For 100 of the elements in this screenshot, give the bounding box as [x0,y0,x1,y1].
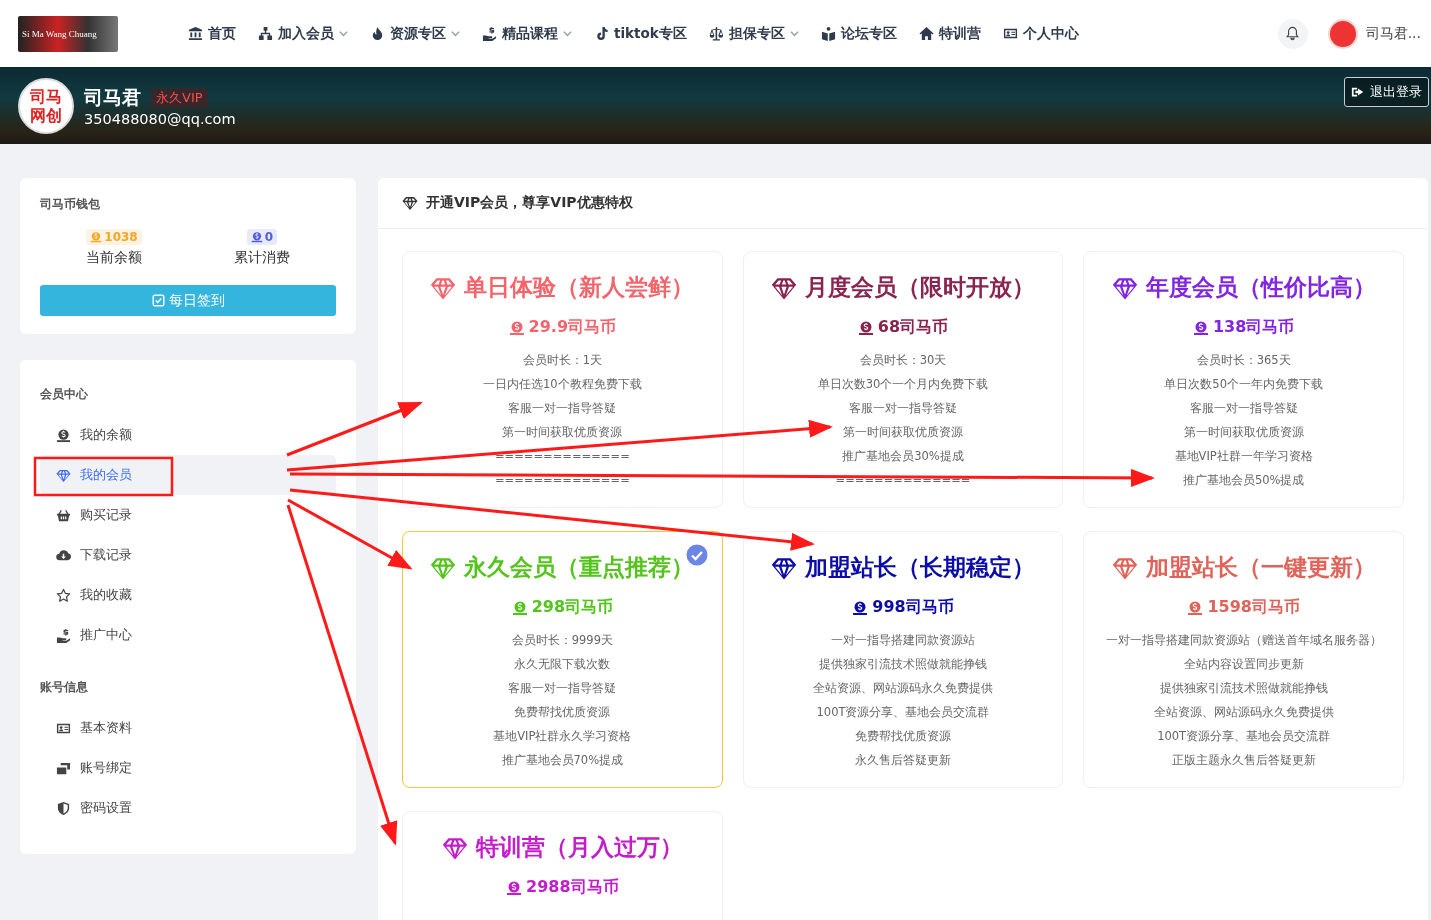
plan-card[interactable]: 加盟站长（一键更新） 1598司马币 一对一指导搭建同款资源站（赠送首年域名服务器） 全站内容设置同步更新 提供独家引流技术照做就能挣钱 全站资源、网站源码永久免费提供 100T资源分享、基地会员交流群 正版主题永久售后答疑更新 [1083,531,1404,788]
plan-feature: 提供独家引流技术照做就能挣钱 [1159,680,1328,697]
profile-email: 350488080@qq.com [84,110,236,127]
nav-link[interactable]: 个人中心 [1002,24,1079,43]
hand-coin-icon [482,26,497,41]
nav-link[interactable]: 担保专区 [708,24,799,43]
nav-link[interactable]: 特训营 [918,24,981,43]
menu-item[interactable]: 下载记录 [40,535,336,575]
menu-item[interactable]: 我的会员 [40,455,336,495]
plan-feature: 客服一对一指导答疑 [508,680,617,697]
shield-icon [56,800,71,816]
plan-feature: 提供独家引流技术照做就能挣钱 [819,656,987,673]
sitemap-icon [258,26,273,41]
chevron-down-icon [789,29,799,38]
vip-badge: 永久VIP [151,87,208,108]
plan-price: 138司马币 [1212,317,1295,338]
nav-link[interactable]: 首页 [188,24,236,43]
plan-feature: 会员时长：365天 [1196,352,1291,369]
cloud-download-icon [56,547,71,563]
user-name[interactable]: 司马君... [1365,24,1421,43]
coin-amount: 1038 [86,229,142,245]
chevron-down-icon [339,29,348,38]
coin-icon [508,319,525,336]
checkbox-icon [151,294,165,307]
basket-icon [56,507,71,523]
plan-card[interactable]: 单日体验（新人尝鲜） 29.9司马币 会员时长：1天 一日内任选10个教程免费下载 客服一对一指导答疑 第一时间获取优质资源 ============== ============== [402,251,723,508]
plan-feature: 客服一对一指导答疑 [508,400,617,417]
diamond-icon [402,195,418,211]
menu-item[interactable]: 基本资料 [40,708,336,748]
logout-icon [1351,85,1365,99]
plan-name: 加盟站长（一键更新） [1145,553,1376,582]
plan-feature: 客服一对一指导答疑 [849,400,957,417]
plan-price: 29.9司马币 [528,317,617,338]
menu-item[interactable]: 我的余额 [40,415,336,455]
plan-feature: 基地VIP社群一年学习资格 [1174,448,1313,465]
plan-feature: 100T资源分享、基地会员交流群 [1157,728,1331,745]
check-badge-icon [685,544,708,566]
plan-card[interactable]: 加盟站长（长期稳定） 998司马币 一对一指导搭建同款资源站 提供独家引流技术照做就能挣钱 全站资源、网站源码永久免费提供 100T资源分享、基地会员交流群 免费帮找优质资源 永久售后答疑更新 [742,531,1064,788]
nav-link[interactable]: 论坛专区 [820,24,897,43]
id-card-icon [1002,26,1018,41]
plan-feature: 第一时间获取优质资源 [843,424,963,441]
chevron-down-icon [563,29,572,38]
plan-feature: ============== [494,448,630,465]
coin-icon [90,231,103,243]
plan-name: 永久会员（重点推荐） [464,553,695,582]
plan-name: 月度会员（限时开放） [805,273,1035,302]
nav-link[interactable]: 加入会员 [258,24,348,43]
coin-icon [511,599,528,616]
plan-feature: 永久售后答疑更新 [855,752,951,769]
bank-icon [188,26,203,41]
chevron-down-icon [451,29,460,38]
menu-item[interactable]: 购买记录 [40,495,336,535]
stat-label: 当前余额 [86,249,142,267]
plan-feature: ============== [835,472,971,489]
nav-link[interactable]: 精品课程 [482,24,572,43]
plan-feature: 会员时长：9999天 [511,632,613,649]
plan-price: 68司马币 [877,317,949,338]
stat-label: 累计消费 [234,249,290,267]
menu-item[interactable]: 密码设置 [40,788,336,828]
plan-price: 2988司马币 [526,877,619,898]
panel-title: 开通VIP会员，尊享VIP优惠特权 [426,194,633,212]
plan-feature: 第一时间获取优质资源 [1183,424,1304,441]
plan-card[interactable]: 年度会员（性价比高） 138司马币 会员时长：365天 单日次数50个一年内免费下载 客服一对一指导答疑 第一时间获取优质资源 基地VIP社群一年学习资格 推广基地会员50%提成 [1083,251,1404,508]
coin-icon [852,599,869,616]
plan-feature: 第一时间获取优质资源 [502,424,623,441]
plan-feature: 一对一指导搭建同款资源站 [831,632,975,649]
plan-feature: 会员时长：30天 [859,352,947,369]
plan-name: 单日体验（新人尝鲜） [464,273,695,302]
menu-item[interactable]: 账号绑定 [40,748,336,788]
site-logo[interactable]: Si Ma Wang Chuang [18,15,118,52]
book-icon [820,26,836,41]
menu-item[interactable]: 我的收藏 [40,575,336,615]
user-avatar[interactable] [1327,18,1358,49]
plan-feature: 全站内容设置同步更新 [1183,656,1304,673]
coin-icon [506,879,523,896]
coin-icon [1192,319,1209,336]
avatar-text: 司马 [30,86,62,106]
coin-icon [1187,599,1204,616]
plan-feature: 全站资源、网站源码永久免费提供 [813,680,993,697]
plan-feature: 单日次数30个一个月内免费下载 [817,376,989,393]
plan-feature: 免费帮找优质资源 [514,704,611,721]
profile-name: 司马君 [84,84,141,110]
avatar-text: 网创 [30,105,62,125]
menu-item[interactable]: 推广中心 [40,615,336,655]
menu-section-title: 会员中心 [40,386,89,403]
plan-card[interactable]: 永久会员（重点推荐） 298司马币 会员时长：9999天 永久无限下载次数 客服一对一指导答疑 免费帮找优质资源 基地VIP社群永久学习资格 推广基地会员70%提成 [402,531,723,788]
plan-feature: 永久无限下载次数 [514,656,611,673]
nav-link[interactable]: 资源专区 [370,24,460,43]
wallet-title: 司马币钱包 [40,196,101,213]
plan-card[interactable]: 特训营（月入过万） 2988司马币 [402,811,723,920]
star-icon [56,587,71,603]
plan-card[interactable]: 月度会员（限时开放） 68司马币 会员时长：30天 单日次数30个一个月内免费下载 客服一对一指导答疑 第一时间获取优质资源 推广基地会员30%提成 ============== [742,251,1064,508]
plan-feature: ============== [494,472,630,489]
plan-price: 298司马币 [531,597,614,618]
nav-link[interactable]: tiktok专区 [594,24,687,43]
plan-feature: 推广基地会员30%提成 [842,448,964,465]
logout-button[interactable]: 退出登录 [1344,77,1429,107]
link-cards-icon [56,760,71,776]
plan-feature: 免费帮找优质资源 [855,728,951,745]
notification-button[interactable] [1277,18,1308,49]
